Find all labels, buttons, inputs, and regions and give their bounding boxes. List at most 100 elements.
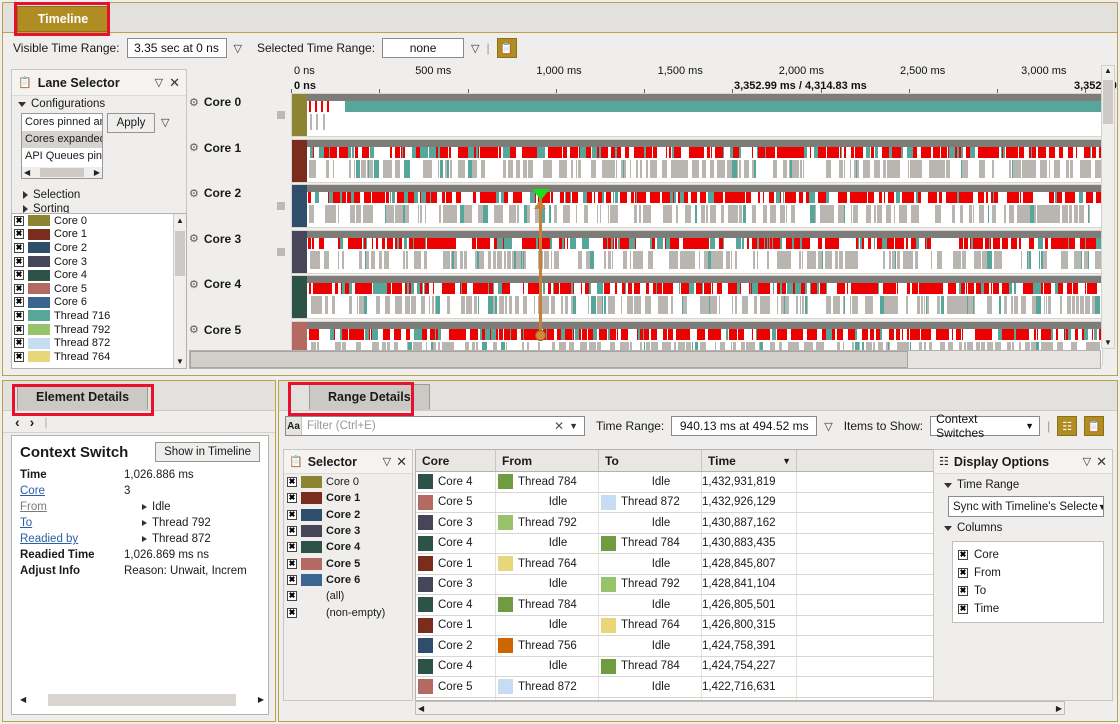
range-selector-item[interactable]: ✖Core 3 [284, 523, 412, 539]
lane-expand-handle[interactable] [277, 248, 285, 256]
timeline-lane[interactable] [291, 275, 1103, 319]
timeline-core-label[interactable]: ⚙Core 2 [189, 186, 241, 200]
match-case-icon[interactable]: Aa [286, 417, 302, 435]
element-detail-value[interactable]: Idle [124, 499, 262, 515]
clipboard-icon[interactable]: 📋 [497, 38, 517, 58]
column-toggle[interactable]: ✖Core [953, 546, 1103, 564]
clipboard-icon[interactable]: 📋 [1084, 416, 1104, 436]
element-detail-key[interactable]: From [20, 499, 124, 515]
lane-list-item[interactable]: ✖Core 5📌 [12, 282, 186, 296]
element-detail-value[interactable]: Thread 872 [124, 531, 262, 547]
scroll-right-icon[interactable]: ▶ [1056, 704, 1062, 713]
range-selector-item[interactable]: ✖(non-empty) [284, 604, 412, 620]
lane-list-item[interactable]: ✖Thread 792📌 [12, 323, 186, 337]
lane-selector-menu-icon[interactable]: ▽ [155, 76, 163, 89]
timeline-core-label[interactable]: ⚙Core 5 [189, 323, 241, 337]
lane-checkbox[interactable]: ✖ [14, 216, 24, 226]
timeline-vscrollbar[interactable]: ▲ ▼ [1101, 65, 1115, 349]
lane-checkbox[interactable]: ✖ [14, 311, 24, 321]
selector-checkbox[interactable]: ✖ [287, 591, 297, 601]
element-details-hscrollbar[interactable]: ◀ ▶ [20, 693, 264, 706]
config-item-selected[interactable]: Cores expanded [22, 131, 102, 148]
lane-list-item[interactable]: ✖Core 1📌 [12, 228, 186, 242]
columns-checklist[interactable]: ✖Core✖From✖To✖Time [952, 541, 1104, 623]
lane-checkbox[interactable]: ✖ [14, 257, 24, 267]
display-options-menu-icon[interactable]: ▽ [1083, 455, 1091, 468]
range-selector-item[interactable]: ✖Core 4 [284, 539, 412, 555]
column-checkbox[interactable]: ✖ [958, 586, 968, 596]
range-selector-list[interactable]: ✖Core 0✖Core 1✖Core 2✖Core 3✖Core 4 ✖Core… [284, 474, 412, 621]
lane-checkbox[interactable]: ✖ [14, 352, 24, 362]
tab-timeline[interactable]: Timeline [17, 6, 109, 32]
column-toggle[interactable]: ✖Time [953, 600, 1103, 618]
scroll-right-icon[interactable]: ▶ [94, 168, 100, 177]
lane-checkbox[interactable]: ✖ [14, 270, 24, 280]
lane-checkbox[interactable]: ✖ [14, 284, 24, 294]
column-checkbox[interactable]: ✖ [958, 604, 968, 614]
selector-checkbox[interactable]: ✖ [287, 608, 297, 618]
lane-list-item[interactable]: ✖Core 6📌 [12, 296, 186, 310]
element-detail-key[interactable]: Readied by [20, 531, 124, 547]
chevron-right-icon[interactable]: › [30, 414, 35, 430]
timeline-core-label[interactable]: ⚙Core 3 [189, 232, 241, 246]
element-detail-value[interactable]: Thread 792 [124, 515, 262, 531]
scroll-down-icon[interactable]: ▼ [1102, 338, 1114, 347]
lane-checkbox[interactable]: ✖ [14, 243, 24, 253]
scrollbar-thumb[interactable] [1103, 80, 1113, 124]
configurations-hscrollbar[interactable]: ◀ ▶ [21, 167, 103, 179]
element-detail-key[interactable]: Core [20, 483, 124, 499]
column-header-to[interactable]: To [599, 450, 702, 471]
section-columns[interactable]: Columns [934, 517, 1112, 537]
timeline-lane[interactable] [291, 230, 1103, 274]
lane-checkbox[interactable]: ✖ [14, 229, 24, 239]
column-toggle[interactable]: ✖To [953, 582, 1103, 600]
scroll-right-icon[interactable]: ▶ [258, 695, 264, 704]
column-header-time[interactable]: Time ▼ [702, 450, 797, 471]
range-selector-item[interactable]: ✖Core 1 [284, 490, 412, 506]
selector-checkbox[interactable]: ✖ [287, 526, 297, 536]
range-selector-item[interactable]: ✖Core 6 [284, 572, 412, 588]
time-range-value[interactable]: 940.13 ms at 494.52 ms [671, 416, 817, 436]
selector-checkbox[interactable]: ✖ [287, 542, 297, 552]
close-icon[interactable]: ✕ [549, 419, 569, 433]
filter-dropdown-icon[interactable]: ▼ [569, 421, 584, 431]
close-icon[interactable]: ✕ [169, 75, 180, 91]
selected-time-range-value[interactable]: none [382, 38, 464, 58]
timeline-core-label[interactable]: ⚙Core 0 [189, 95, 241, 109]
sort-descending-icon[interactable]: ▼ [782, 456, 791, 466]
lane-list-item[interactable]: ✖Thread 872📌 [12, 336, 186, 350]
range-selector-item[interactable]: ✖Core 0 [284, 474, 412, 490]
selected-time-range-dropdown-icon[interactable]: ▽ [471, 42, 479, 55]
element-detail-key[interactable]: To [20, 515, 124, 531]
filter-input-wrap[interactable]: Aa ✕ ▼ [285, 416, 585, 436]
close-icon[interactable]: ✕ [396, 454, 407, 470]
lane-checkbox[interactable]: ✖ [14, 338, 24, 348]
lane-list-item[interactable]: ✖Core 4📌 [12, 268, 186, 282]
range-selector-item[interactable]: ✖(all) [284, 588, 412, 604]
scroll-down-icon[interactable]: ▼ [176, 357, 184, 366]
selector-checkbox[interactable]: ✖ [287, 493, 297, 503]
scroll-left-icon[interactable]: ◀ [418, 704, 424, 713]
selector-checkbox[interactable]: ✖ [287, 477, 297, 487]
lane-checkbox[interactable]: ✖ [14, 325, 24, 335]
visible-time-range-dropdown-icon[interactable]: ▽ [234, 42, 242, 55]
lane-list-vscrollbar[interactable]: ▲ ▼ [173, 214, 186, 368]
tab-range-details[interactable]: Range Details [309, 384, 430, 410]
scroll-left-icon[interactable]: ◀ [24, 168, 30, 177]
timeline-lane[interactable] [291, 184, 1103, 228]
table-hscrollbar[interactable]: ◀ ▶ [415, 701, 1065, 715]
scrollbar-thumb[interactable] [190, 351, 908, 368]
readied-by-origin-marker[interactable] [535, 330, 546, 341]
selector-checkbox[interactable]: ✖ [287, 510, 297, 520]
column-header-core[interactable]: Core [416, 450, 496, 471]
config-item[interactable]: Cores pinned and [22, 114, 102, 131]
timeline-hscrollbar[interactable] [189, 350, 1101, 369]
scrollbar-thumb[interactable] [48, 694, 236, 706]
section-configurations[interactable]: Configurations [12, 96, 186, 112]
range-selector-item[interactable]: ✖Core 2 [284, 507, 412, 523]
lane-expand-handle[interactable] [277, 202, 285, 210]
scroll-left-icon[interactable]: ◀ [20, 695, 26, 704]
items-to-show-select[interactable]: Context Switches ▼ [930, 416, 1040, 436]
chevron-left-icon[interactable]: ‹ [15, 414, 20, 430]
scrollbar-thumb[interactable] [40, 168, 84, 177]
